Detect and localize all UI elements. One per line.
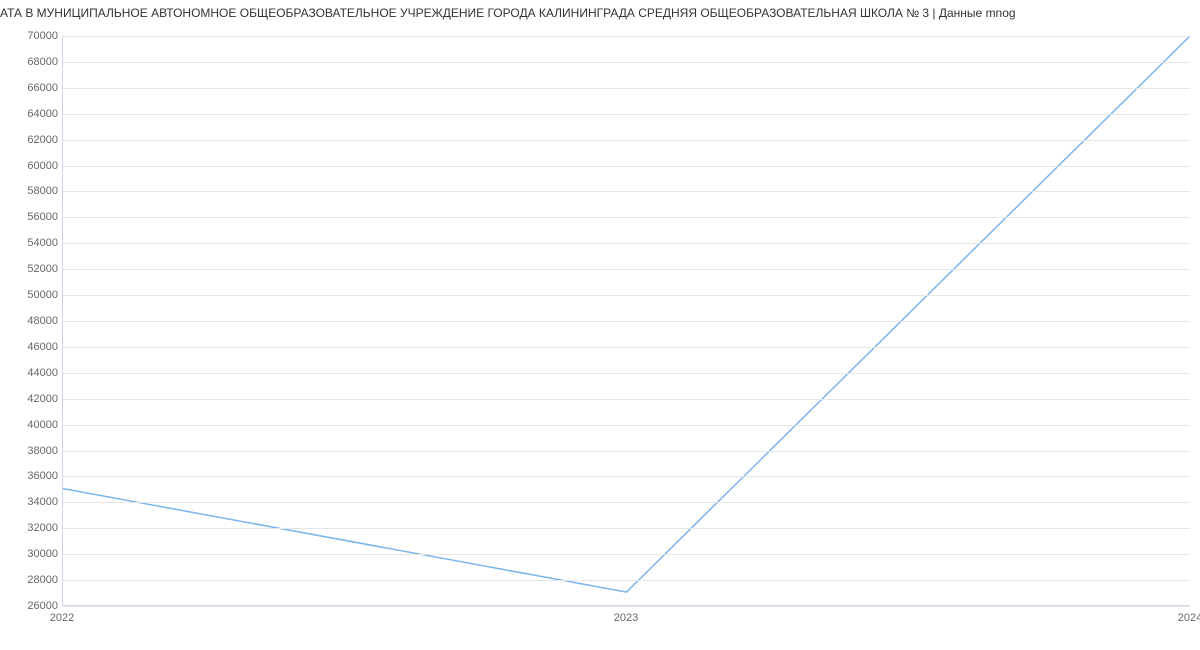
y-tick-label: 42000 xyxy=(8,393,58,405)
y-tick-label: 56000 xyxy=(8,211,58,223)
y-tick-label: 30000 xyxy=(8,548,58,560)
grid-line xyxy=(63,269,1190,270)
grid-line xyxy=(63,373,1190,374)
grid-line xyxy=(63,554,1190,555)
y-tick-label: 62000 xyxy=(8,134,58,146)
y-tick-label: 40000 xyxy=(8,419,58,431)
y-tick-label: 64000 xyxy=(8,108,58,120)
y-tick-label: 50000 xyxy=(8,289,58,301)
grid-line xyxy=(63,36,1190,37)
y-tick-label: 46000 xyxy=(8,341,58,353)
plot-area xyxy=(62,36,1190,606)
grid-line xyxy=(63,476,1190,477)
y-tick-label: 32000 xyxy=(8,522,58,534)
y-tick-label: 28000 xyxy=(8,574,58,586)
grid-line xyxy=(63,347,1190,348)
grid-line xyxy=(63,399,1190,400)
grid-line xyxy=(63,114,1190,115)
y-tick-label: 58000 xyxy=(8,185,58,197)
x-tick-label: 2023 xyxy=(614,612,638,624)
grid-line xyxy=(63,62,1190,63)
grid-line xyxy=(63,502,1190,503)
y-tick-label: 52000 xyxy=(8,263,58,275)
grid-line xyxy=(63,295,1190,296)
y-tick-label: 70000 xyxy=(8,30,58,42)
grid-line xyxy=(63,217,1190,218)
y-tick-label: 60000 xyxy=(8,160,58,172)
grid-line xyxy=(63,191,1190,192)
y-tick-label: 34000 xyxy=(8,496,58,508)
grid-line xyxy=(63,451,1190,452)
y-tick-label: 36000 xyxy=(8,470,58,482)
grid-line xyxy=(63,321,1190,322)
y-tick-label: 68000 xyxy=(8,56,58,68)
y-tick-label: 66000 xyxy=(8,82,58,94)
grid-line xyxy=(63,88,1190,89)
x-tick-label: 2022 xyxy=(50,612,74,624)
y-tick-label: 26000 xyxy=(8,600,58,612)
data-line xyxy=(63,36,1190,592)
grid-line xyxy=(63,140,1190,141)
chart-title: АТА В МУНИЦИПАЛЬНОЕ АВТОНОМНОЕ ОБЩЕОБРАЗ… xyxy=(0,0,1200,24)
x-tick-label: 2024 xyxy=(1178,612,1200,624)
grid-line xyxy=(63,425,1190,426)
y-tick-label: 48000 xyxy=(8,315,58,327)
y-tick-label: 54000 xyxy=(8,237,58,249)
grid-line xyxy=(63,166,1190,167)
grid-line xyxy=(63,528,1190,529)
y-tick-label: 38000 xyxy=(8,445,58,457)
chart-area: 26000 28000 30000 32000 34000 36000 38000 40000… xyxy=(0,24,1200,639)
grid-line xyxy=(63,580,1190,581)
grid-line xyxy=(63,606,1190,607)
grid-line xyxy=(63,243,1190,244)
y-tick-label: 44000 xyxy=(8,367,58,379)
